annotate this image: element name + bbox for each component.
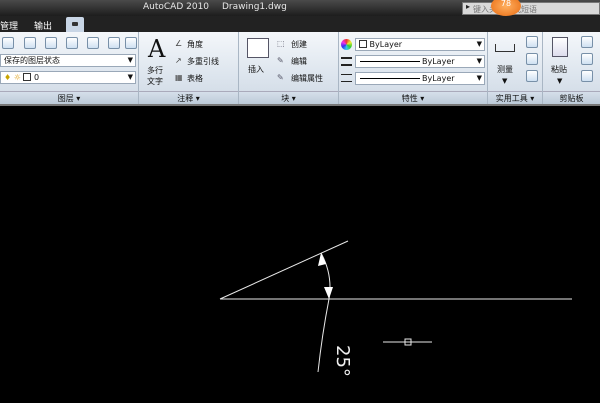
layer-dropdown[interactable]: ♦ ☼ 0 ▼ <box>0 71 136 84</box>
utilities-panel-title[interactable]: 实用工具 ▾ <box>488 91 542 104</box>
chevron-down-icon: ▼ <box>502 77 508 85</box>
angle-icon: ∠ <box>175 39 183 48</box>
ribbon: 保存的图层状态 ▼ ♦ ☼ 0 ▼ 图层 ▾ A 多行文字 ∠ 角度 ↗ 多重引线… <box>0 32 600 106</box>
measure-icon[interactable] <box>495 44 515 52</box>
layer-tool-icon[interactable] <box>66 37 78 49</box>
layer-tool-icon[interactable] <box>2 37 14 49</box>
color-wheel-icon[interactable] <box>341 39 352 50</box>
edit-attribute-icon: ✎ <box>277 73 284 82</box>
multiline-text-icon[interactable]: A <box>148 35 165 63</box>
search-input[interactable]: 键入关键字或短语 <box>462 2 600 15</box>
paste-icon[interactable] <box>552 37 568 57</box>
layer-state-label: 保存的图层状态 <box>4 56 60 65</box>
document-title: Drawing1.dwg <box>222 2 287 12</box>
leader-icon: ↗ <box>175 56 182 65</box>
layer-state-dropdown[interactable]: 保存的图层状态 ▼ <box>0 54 136 67</box>
angle-dimension-text[interactable]: 25° <box>332 345 353 377</box>
table-button[interactable]: 表格 <box>187 73 203 84</box>
app-title: AutoCAD 2010 <box>143 2 210 12</box>
color-dropdown[interactable]: ByLayer ▼ <box>355 38 485 51</box>
color-swatch-icon <box>359 40 367 48</box>
layers-panel-title[interactable]: 图层 ▾ <box>0 91 138 104</box>
quick-calc-icon[interactable] <box>526 36 538 48</box>
edit-block-button[interactable]: 编辑 <box>291 56 307 67</box>
tab-manage[interactable]: 管理 <box>0 19 18 32</box>
measure-button[interactable]: 测量 <box>497 64 513 75</box>
bulb-icon: ♦ <box>4 73 12 82</box>
dimension-arrow-bottom <box>324 287 333 299</box>
layer-tool-icon[interactable] <box>87 37 99 49</box>
linetype-value: ByLayer <box>422 74 455 83</box>
color-value: ByLayer <box>369 40 403 49</box>
linetype-dropdown[interactable]: ByLayer ▼ <box>355 72 485 85</box>
cut-icon[interactable] <box>581 36 593 48</box>
chevron-down-icon: ▼ <box>476 74 482 82</box>
title-bar: AutoCAD 2010 Drawing1.dwg 键入关键字或短语 78 ▸ <box>0 0 600 16</box>
table-icon: ▦ <box>175 73 183 82</box>
insert-block-icon[interactable] <box>247 38 269 58</box>
match-properties-icon[interactable] <box>581 70 593 82</box>
create-block-button[interactable]: 创建 <box>291 39 307 50</box>
lineweight-value: ByLayer <box>422 57 455 66</box>
block-panel: 插入 ⬚ 创建 ✎ 编辑 ✎ 编辑属性 块 ▾ <box>239 32 339 104</box>
copy-icon[interactable] <box>581 53 593 65</box>
multileader-button[interactable]: 多重引线 <box>187 56 219 67</box>
multiline-text-label[interactable]: 多行文字 <box>147 65 167 87</box>
insert-button[interactable]: 插入 <box>248 64 264 75</box>
create-block-icon: ⬚ <box>277 39 285 48</box>
properties-panel-title[interactable]: 特性 ▾ <box>339 91 487 104</box>
edit-block-icon: ✎ <box>277 56 284 65</box>
layers-panel: 保存的图层状态 ▼ ♦ ☼ 0 ▼ 图层 ▾ <box>0 32 139 104</box>
linetype-preview <box>360 78 420 79</box>
chevron-down-icon: ▼ <box>557 77 563 85</box>
chevron-down-icon: ▼ <box>476 57 482 65</box>
layer-tool-icon[interactable] <box>125 37 137 49</box>
angle-dimension-button[interactable]: 角度 <box>187 39 203 50</box>
block-panel-title[interactable]: 块 ▾ <box>239 91 338 104</box>
lineweight-preview <box>360 61 420 62</box>
drawing-canvas[interactable]: 25° <box>0 106 600 400</box>
layer-tool-icon[interactable] <box>24 37 36 49</box>
annotation-panel: A 多行文字 ∠ 角度 ↗ 多重引线 ▦ 表格 注释 ▾ <box>139 32 239 104</box>
expand-icon[interactable]: ▸ <box>466 2 470 11</box>
lineweight-icon[interactable] <box>341 57 352 66</box>
minimize-ribbon-icon <box>72 22 78 26</box>
linetype-icon[interactable] <box>341 74 352 82</box>
layer-tool-icon[interactable] <box>45 37 57 49</box>
current-layer: 0 <box>33 73 40 82</box>
clipboard-panel: 粘贴 ▼ 剪贴板 <box>543 32 600 104</box>
drawing-svg: 25° <box>219 240 572 377</box>
lineweight-dropdown[interactable]: ByLayer ▼ <box>355 55 485 68</box>
clipboard-panel-title[interactable]: 剪贴板 <box>543 91 600 104</box>
layer-tool-icon[interactable] <box>108 37 120 49</box>
ribbon-tab-bar: 管理 输出 <box>0 16 600 32</box>
utilities-panel: 测量 ▼ 实用工具 ▾ <box>488 32 543 104</box>
paste-button[interactable]: 粘贴 <box>551 64 567 75</box>
chevron-down-icon: ▼ <box>476 40 482 48</box>
edit-attribute-button[interactable]: 编辑属性 <box>291 73 323 84</box>
tab-active[interactable] <box>66 17 84 32</box>
select-icon[interactable] <box>526 53 538 65</box>
annotation-panel-title[interactable]: 注释 ▾ <box>139 91 238 104</box>
properties-panel: ByLayer ▼ ByLayer ▼ ByLayer ▼ 特性 ▾ <box>339 32 488 104</box>
color-swatch-icon <box>23 73 32 81</box>
calculator-icon[interactable] <box>526 70 538 82</box>
sun-icon: ☼ <box>13 73 21 82</box>
chevron-down-icon: ▼ <box>127 56 133 64</box>
dimension-extension-arc <box>317 298 330 373</box>
tab-output[interactable]: 输出 <box>34 19 52 32</box>
chevron-down-icon: ▼ <box>127 73 133 81</box>
